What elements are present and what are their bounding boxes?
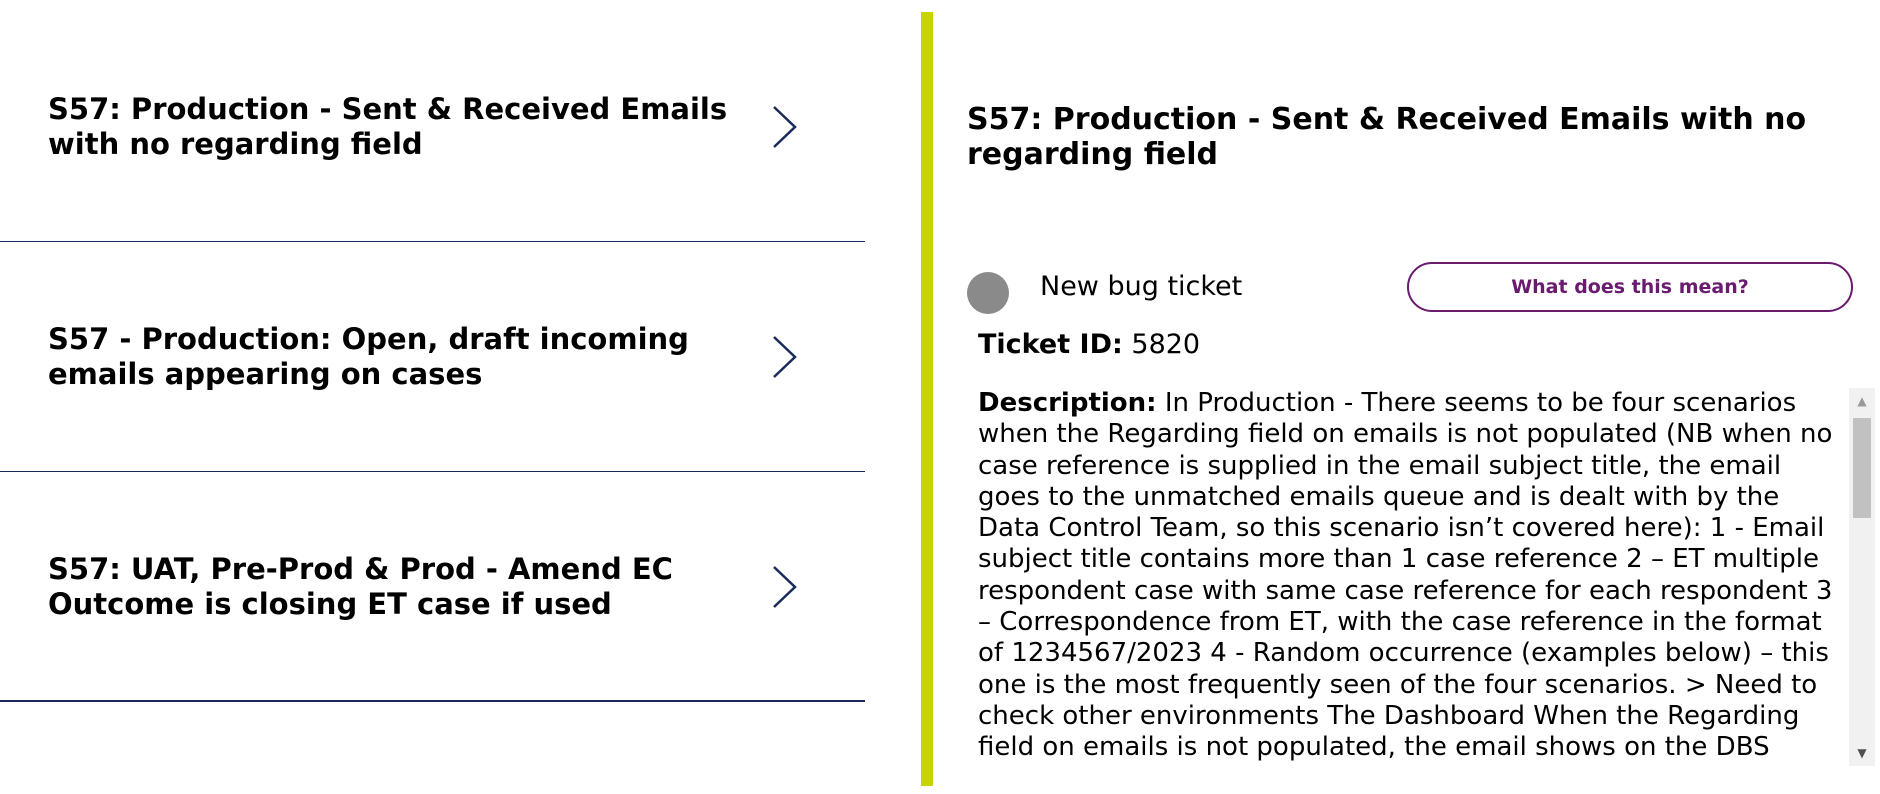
description-body: In Production - There seems to be four s… (978, 388, 1833, 766)
detail-title: S57: Production - Sent & Received Emails… (967, 102, 1807, 172)
scroll-thumb[interactable] (1853, 418, 1871, 518)
accent-divider (921, 12, 933, 786)
page: S57: Production - Sent & Received Emails… (0, 0, 1880, 794)
ticket-item-title: S57: Production - Sent & Received Emails… (48, 92, 728, 161)
description-text: Description: In Production - There seems… (978, 388, 1846, 766)
description-scroll-area[interactable]: Description: In Production - There seems… (978, 388, 1875, 766)
ticket-id-label: Ticket ID: (978, 329, 1123, 360)
description-scrollbar[interactable]: ▲ ▼ (1849, 388, 1875, 766)
ticket-list-item[interactable]: S57 - Production: Open, draft incoming e… (0, 242, 865, 472)
description-label: Description: (978, 388, 1157, 418)
ticket-list: S57: Production - Sent & Received Emails… (0, 0, 865, 794)
scroll-down-arrow-icon[interactable]: ▼ (1849, 740, 1875, 766)
what-does-this-mean-button[interactable]: What does this mean? (1407, 262, 1853, 312)
ticket-list-item[interactable]: S57: Production - Sent & Received Emails… (0, 12, 865, 242)
ticket-item-title: S57: UAT, Pre-Prod & Prod - Amend EC Out… (48, 552, 673, 621)
ticket-id-value: 5820 (1131, 329, 1201, 360)
chevron-right-icon[interactable] (768, 333, 800, 381)
chevron-right-icon[interactable] (768, 103, 800, 151)
ticket-list-item[interactable]: S57: UAT, Pre-Prod & Prod - Amend EC Out… (0, 472, 865, 702)
ticket-detail-panel: S57: Production - Sent & Received Emails… (933, 0, 1880, 794)
ticket-item-title: S57 - Production: Open, draft incoming e… (48, 322, 689, 391)
status-dot-icon (967, 272, 1009, 314)
chevron-right-icon[interactable] (768, 563, 800, 611)
status-label: New bug ticket (1040, 271, 1243, 302)
ticket-id-row: Ticket ID: 5820 (978, 328, 1200, 362)
scroll-up-arrow-icon[interactable]: ▲ (1849, 388, 1875, 414)
